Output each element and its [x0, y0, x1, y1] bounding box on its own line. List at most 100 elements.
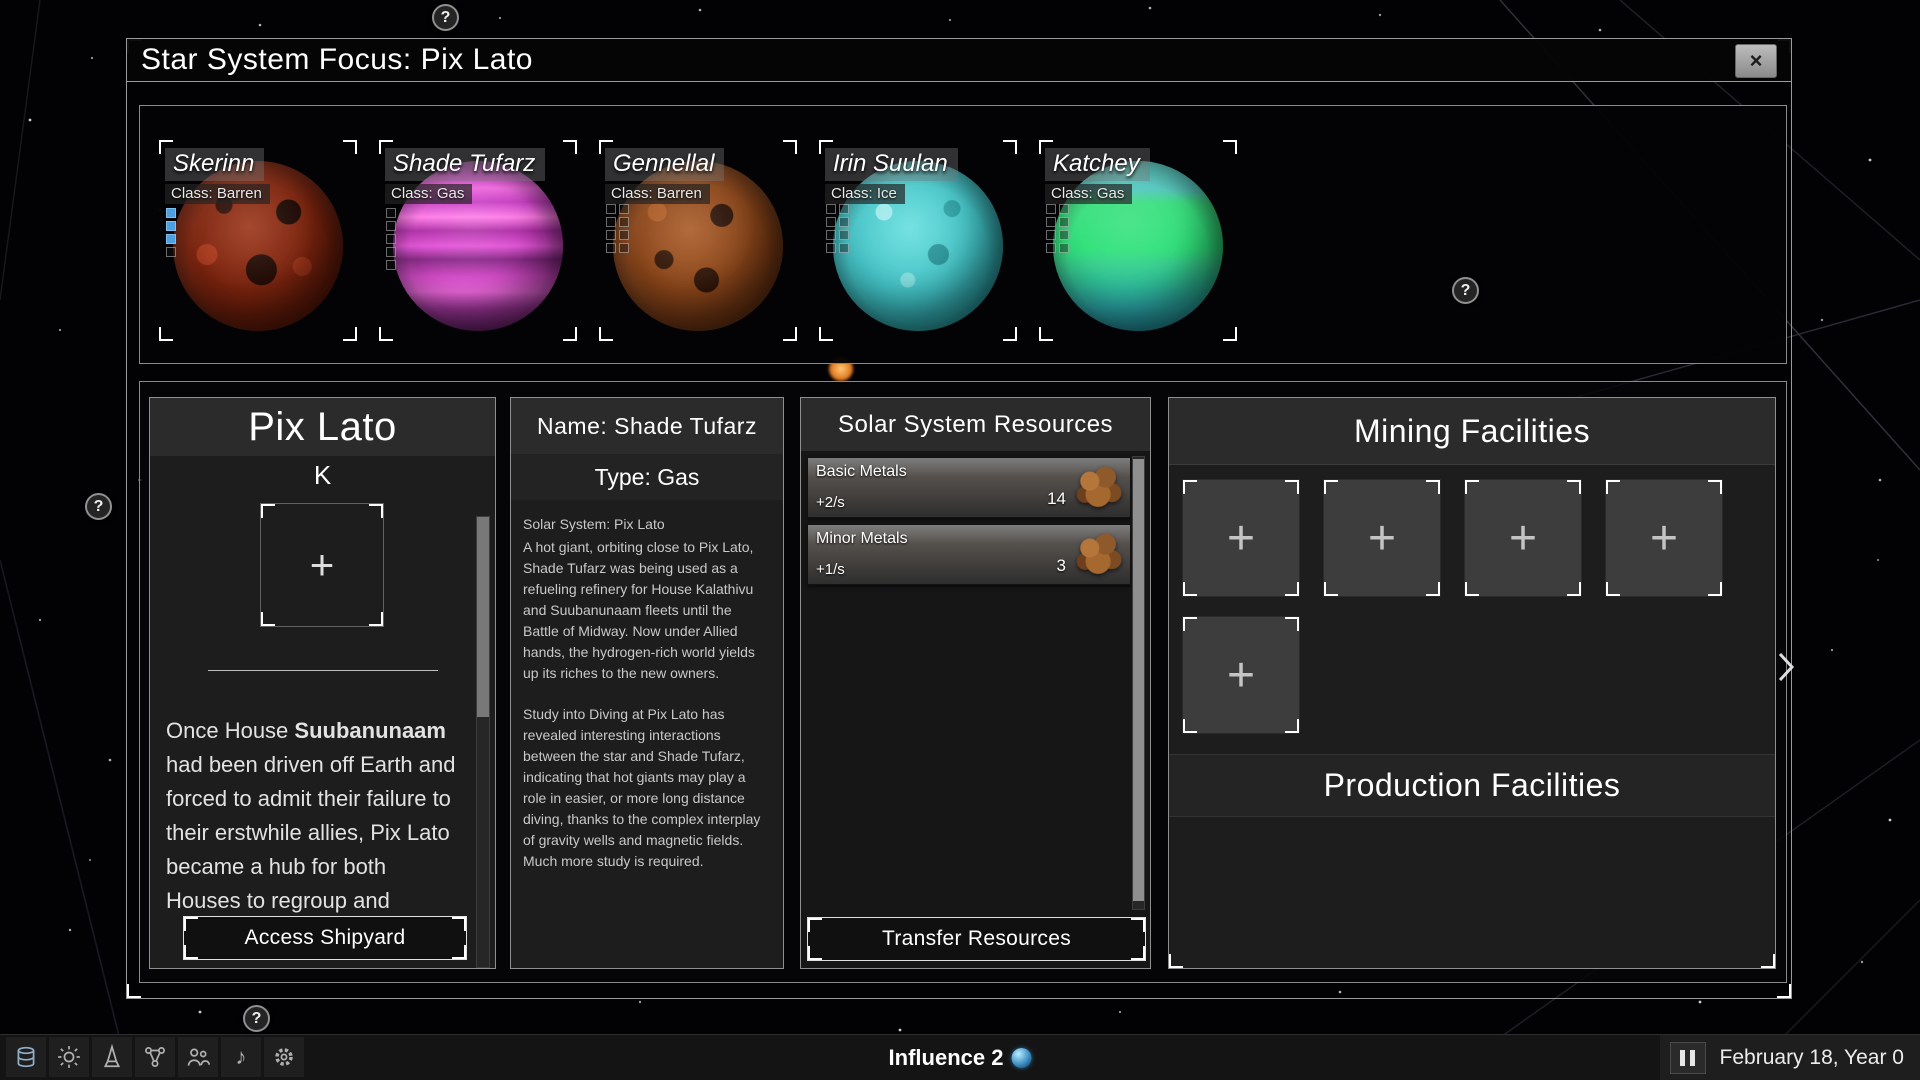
slot-square — [1059, 243, 1069, 253]
planet-card-katchey[interactable]: Katchey Class: Gas — [1039, 140, 1237, 341]
planet-name: Gennellal — [605, 148, 724, 181]
help-badge[interactable]: ? — [1452, 277, 1479, 304]
slot-square — [839, 243, 849, 253]
ore-icon — [1076, 533, 1122, 576]
slot-square — [839, 230, 849, 240]
planet-info-panel: Name: Shade Tufarz Type: Gas Solar Syste… — [510, 397, 784, 969]
ore-icon — [1076, 466, 1122, 509]
slot-square — [1046, 204, 1056, 214]
star-build-slot[interactable]: + — [260, 503, 384, 627]
resource-row[interactable]: Minor Metals +1/s 3 — [807, 524, 1131, 585]
slot-square — [1046, 217, 1056, 227]
slot-square — [386, 234, 396, 244]
planet-class: Class: Barren — [165, 184, 270, 204]
help-badge[interactable]: ? — [85, 493, 112, 520]
fleet-ship-icon[interactable] — [92, 1037, 132, 1077]
planet-card-skerinn[interactable]: Skerinn Class: Barren — [159, 140, 357, 341]
slot-square — [1059, 204, 1069, 214]
transfer-resources-button[interactable]: Transfer Resources — [807, 917, 1146, 961]
access-shipyard-button[interactable]: Access Shipyard — [183, 916, 467, 960]
plus-icon: + — [1368, 511, 1396, 566]
plus-icon: + — [1509, 511, 1537, 566]
slot-square — [619, 243, 629, 253]
scroll-right-chevron[interactable] — [1776, 650, 1796, 684]
facilities-panel: Mining Facilities + + + + + Production F… — [1168, 397, 1776, 969]
planet-info-paragraph: A hot giant, orbiting close to Pix Lato,… — [523, 537, 771, 684]
resource-rate: +1/s — [816, 561, 845, 578]
slot-square — [166, 247, 176, 257]
tech-tree-icon[interactable] — [135, 1037, 175, 1077]
planet-info-name: Name: Shade Tufarz — [511, 398, 783, 455]
resource-amount: 3 — [1057, 556, 1066, 576]
resources-scrollbar[interactable] — [1132, 456, 1145, 910]
influence-label: Influence 2 — [889, 1045, 1004, 1071]
orbit-slot-indicator — [166, 208, 176, 257]
resource-row[interactable]: Basic Metals +2/s 14 — [807, 457, 1131, 518]
planet-card-gennellal[interactable]: Gennellal Class: Barren — [599, 140, 797, 341]
slot-square — [1059, 217, 1069, 227]
slot-square — [606, 243, 616, 253]
bottom-bar: ♪ Influence 2 February 18, Year 0 — [0, 1034, 1920, 1080]
planet-card-shade-tufarz[interactable]: Shade Tufarz Class: Gas — [379, 140, 577, 341]
close-button[interactable]: × — [1735, 44, 1777, 78]
planet-name: Shade Tufarz — [385, 148, 545, 181]
scrollbar-thumb[interactable] — [477, 517, 489, 717]
orbit-slot-indicator — [606, 204, 632, 253]
population-icon[interactable] — [178, 1037, 218, 1077]
slot-square — [839, 217, 849, 227]
settings-gear-icon[interactable] — [264, 1037, 304, 1077]
slot-square — [166, 234, 176, 244]
star-panel-title: Pix Lato — [150, 398, 495, 457]
bottom-bar-icons: ♪ — [6, 1037, 304, 1077]
system-sun-icon[interactable] — [49, 1037, 89, 1077]
slot-square — [839, 204, 849, 214]
planet-class: Class: Gas — [1045, 184, 1132, 204]
system-detail-frame: Pix Lato K + Once House Suubanunaam had … — [139, 381, 1787, 983]
slot-square — [166, 208, 176, 218]
slot-square — [619, 204, 629, 214]
influence-orb-icon — [1011, 1048, 1031, 1068]
mining-slot[interactable]: + — [1323, 479, 1441, 597]
resource-name: Basic Metals — [816, 463, 907, 481]
slot-square — [1046, 243, 1056, 253]
music-icon[interactable]: ♪ — [221, 1037, 261, 1077]
planet-name: Skerinn — [165, 148, 264, 181]
slot-square — [166, 221, 176, 231]
resources-list: Basic Metals +2/s 14 Minor Metals +1/s 3 — [801, 451, 1150, 968]
resource-name: Minor Metals — [816, 530, 908, 548]
planet-class: Class: Gas — [385, 184, 472, 204]
planet-info-paragraph: Study into Diving at Pix Lato has reveal… — [523, 704, 771, 872]
music-note-glyph: ♪ — [236, 1044, 247, 1070]
slot-square — [386, 260, 396, 270]
resource-rate: +2/s — [816, 494, 845, 511]
resources-db-icon[interactable] — [6, 1037, 46, 1077]
slot-square — [606, 230, 616, 240]
star-class-label: K — [150, 460, 495, 491]
slot-square — [386, 221, 396, 231]
slot-square — [826, 230, 836, 240]
planet-name: Irin Suulan — [825, 148, 958, 181]
planet-card-irin-suulan[interactable]: Irin Suulan Class: Ice — [819, 140, 1017, 341]
mining-facilities-title: Mining Facilities — [1169, 398, 1775, 465]
help-badge[interactable]: ? — [432, 4, 459, 31]
star-panel-body: K + Once House Suubanunaam had been driv… — [150, 456, 495, 968]
date-label: February 18, Year 0 — [1720, 1046, 1904, 1070]
star-panel-scrollbar[interactable] — [476, 516, 490, 968]
resources-panel: Solar System Resources Basic Metals +2/s… — [800, 397, 1151, 969]
mining-slot[interactable]: + — [1464, 479, 1582, 597]
planet-info-type: Type: Gas — [511, 454, 783, 501]
mining-slot[interactable]: + — [1605, 479, 1723, 597]
planet-info-body: Solar System: Pix Lato A hot giant, orbi… — [511, 500, 783, 968]
dialog-title: Star System Focus: Pix Lato — [127, 43, 533, 77]
mining-slot[interactable]: + — [1182, 479, 1300, 597]
mining-slot[interactable]: + — [1182, 616, 1300, 734]
scrollbar-thumb[interactable] — [1133, 459, 1144, 901]
slot-square — [1059, 230, 1069, 240]
slot-square — [826, 204, 836, 214]
slot-square — [386, 208, 396, 218]
orbit-slot-indicator — [826, 204, 852, 253]
pause-button[interactable] — [1670, 1042, 1706, 1074]
help-badge[interactable]: ? — [243, 1005, 270, 1032]
slot-square — [826, 243, 836, 253]
slot-square — [386, 247, 396, 257]
